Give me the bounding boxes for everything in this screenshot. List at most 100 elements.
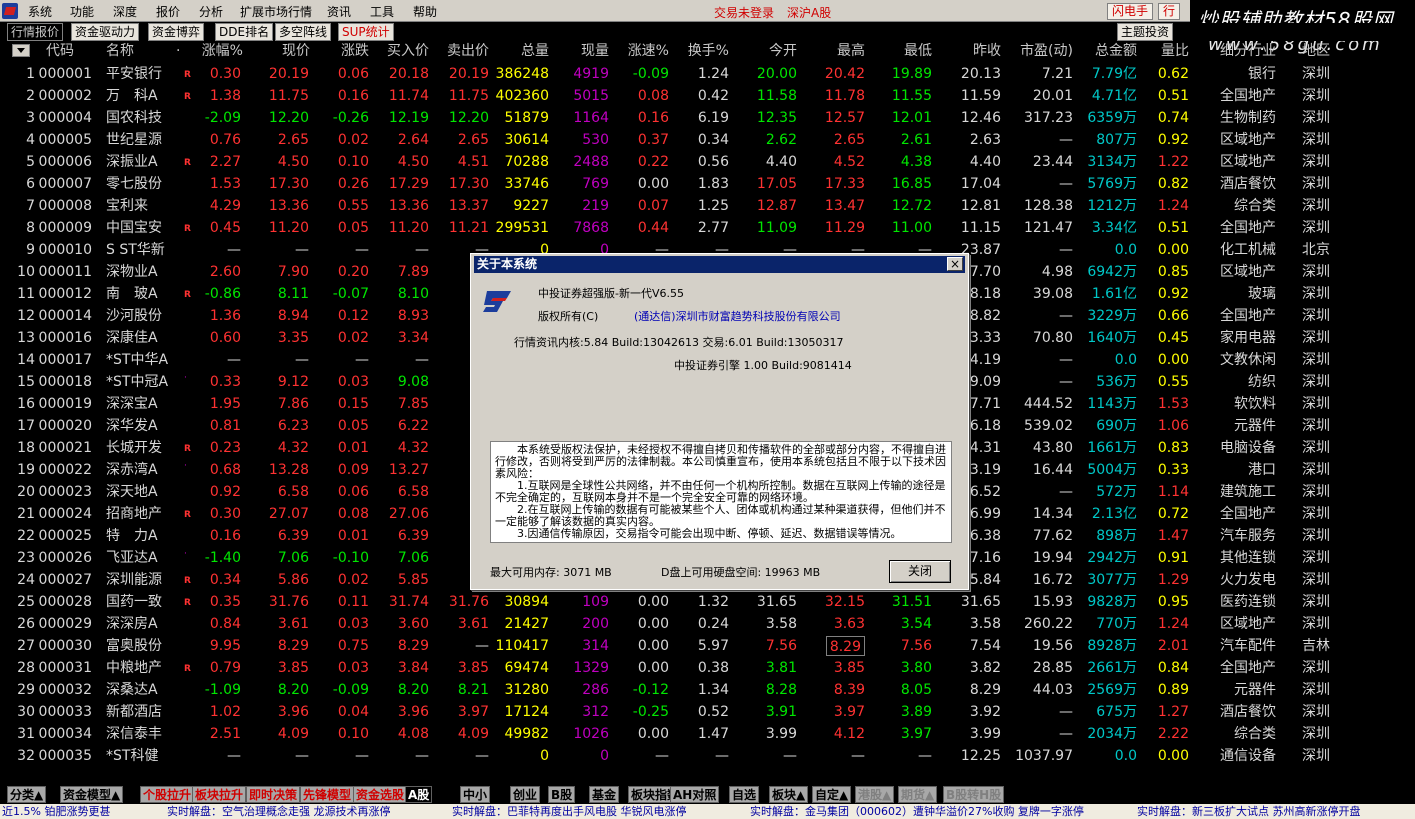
high: 3.63: [833, 616, 865, 632]
tab-capital-drive[interactable]: 资金驱动力: [71, 23, 140, 41]
col-price[interactable]: 现价: [282, 41, 310, 63]
close-button[interactable]: 关闭: [889, 560, 951, 583]
table-row[interactable]: 27 000030 富奥股份 9.95 8.29 0.75 8.29 — 110417 314 0.…: [0, 635, 1415, 657]
menu-news[interactable]: 资讯: [327, 3, 351, 20]
menu-quote[interactable]: 报价: [156, 3, 180, 20]
table-row[interactable]: 8 000009 中国宝安 R 0.45 11.20 0.05 11.20 11.21 29953…: [0, 217, 1415, 239]
tab-theme-investment[interactable]: 主题投资: [1117, 23, 1174, 41]
tab-quotes[interactable]: 行情报价: [7, 23, 64, 41]
bottom-tab-13[interactable]: AH对照: [670, 786, 720, 803]
col-low[interactable]: 最低: [904, 41, 932, 63]
col-turnover[interactable]: 换手%: [688, 41, 729, 63]
col-flag[interactable]: ·: [176, 41, 180, 63]
ticker-item[interactable]: 近1.5% 铂肥涨势更甚: [2, 804, 110, 819]
ticker-item[interactable]: 实时解盘：巴菲特再度出手风电股 华锐风电涨停: [452, 804, 687, 819]
amount: 3229万: [1087, 308, 1137, 324]
bottom-tab-18[interactable]: 期货▲: [898, 786, 938, 803]
menu-analysis[interactable]: 分析: [199, 3, 223, 20]
table-row[interactable]: 5 000006 深振业A R 2.27 4.50 0.10 4.50 4.51 70288 248…: [0, 151, 1415, 173]
flash-trade-button[interactable]: 闪电手: [1107, 3, 1154, 20]
table-row[interactable]: 29 000032 深桑达A -1.09 8.20 -0.09 8.20 8.21 31280 2…: [0, 679, 1415, 701]
dialog-close-icon[interactable]: ×: [947, 257, 963, 271]
ticker-item[interactable]: 实时解盘：金马集团（000602）遭钟华溢价27%收购 复牌一字涨停: [750, 804, 1084, 819]
col-region[interactable]: 地区: [1302, 41, 1330, 63]
stock-code: 000009: [38, 220, 92, 236]
region: 深圳: [1302, 594, 1330, 610]
trade-login-status[interactable]: 交易未登录: [714, 4, 774, 21]
bottom-tab-14[interactable]: 自选: [729, 786, 760, 803]
col-speed[interactable]: 涨速%: [628, 41, 669, 63]
low: 8.05: [900, 682, 932, 698]
menu-system[interactable]: 系统: [28, 3, 52, 20]
col-name[interactable]: 名称: [106, 41, 134, 63]
stock-name: 中粮地产: [106, 660, 162, 676]
col-amount[interactable]: 总金额: [1095, 41, 1137, 63]
change-pct: 0.60: [209, 330, 241, 346]
bottom-tab-19[interactable]: B股转H股: [943, 786, 1005, 803]
col-volume[interactable]: 总量: [521, 41, 549, 63]
company-link[interactable]: (通达信)深圳市财富趋势科技股份有限公司: [634, 308, 841, 324]
table-row[interactable]: 4 000005 世纪星源 0.76 2.65 0.02 2.64 2.65 30614 530 0…: [0, 129, 1415, 151]
change-pct: 0.79: [209, 660, 241, 676]
bottom-tab-10[interactable]: B股: [548, 786, 576, 803]
table-row[interactable]: 2 000002 万 科A R 1.38 11.75 0.16 11.74 11.75 40236…: [0, 85, 1415, 107]
col-change[interactable]: 涨跌: [341, 41, 369, 63]
open: 2.62: [765, 132, 797, 148]
bottom-tab-1[interactable]: 资金模型▲: [60, 786, 124, 803]
industry: 医药连锁: [1220, 594, 1276, 610]
quote-button[interactable]: 行: [1158, 3, 1181, 20]
col-industry[interactable]: 细分行业: [1220, 41, 1276, 63]
change-pct: 0.23: [209, 440, 241, 456]
speed: -0.09: [632, 66, 669, 82]
bottom-tab-15[interactable]: 板块▲: [769, 786, 809, 803]
table-row[interactable]: 28 000031 中粮地产 R 0.79 3.85 0.03 3.84 3.85 69474 13…: [0, 657, 1415, 679]
col-last-volume[interactable]: 现量: [581, 41, 609, 63]
ticker-item[interactable]: 实时解盘：新三板扩大试点 苏州高新涨停开盘: [1137, 804, 1361, 819]
bottom-tab-6[interactable]: 资金选股: [353, 786, 408, 803]
ticker-item[interactable]: 实时解盘：空气治理概念走强 龙源技术再涨停: [167, 804, 391, 819]
bottom-tab-8[interactable]: 中小: [460, 786, 491, 803]
col-code[interactable]: 代码: [46, 41, 74, 63]
col-ask[interactable]: 卖出价: [447, 41, 489, 63]
bottom-tab-0[interactable]: 分类▲: [7, 786, 47, 803]
low: 7.56: [900, 638, 932, 654]
col-volume-ratio[interactable]: 量比: [1161, 41, 1189, 63]
menu-help[interactable]: 帮助: [413, 3, 437, 20]
bottom-tab-7[interactable]: A股: [405, 786, 433, 803]
table-row[interactable]: 6 000007 零七股份 1.53 17.30 0.26 17.29 17.30 33746 7…: [0, 173, 1415, 195]
table-row[interactable]: 3 000004 国农科技 -2.09 12.20 -0.26 12.19 12.20 5187…: [0, 107, 1415, 129]
col-bid[interactable]: 买入价: [387, 41, 429, 63]
sort-dropdown-icon[interactable]: [12, 44, 30, 57]
tab-dde-rank[interactable]: DDE排名: [215, 23, 274, 41]
prev-close: 3.58: [969, 616, 1001, 632]
bottom-tab-9[interactable]: 创业: [510, 786, 541, 803]
bottom-tab-11[interactable]: 基金: [589, 786, 620, 803]
menu-function[interactable]: 功能: [70, 3, 94, 20]
col-open[interactable]: 今开: [769, 41, 797, 63]
tab-sup-stats[interactable]: SUP统计: [338, 23, 394, 41]
table-row[interactable]: 1 000001 平安银行 R 0.30 20.19 0.06 20.18 20.19 38624…: [0, 63, 1415, 85]
industry: 生物制药: [1220, 110, 1276, 126]
price: 4.50: [277, 154, 309, 170]
table-row[interactable]: 30 000033 新都酒店 1.02 3.96 0.04 3.96 3.97 17124 312…: [0, 701, 1415, 723]
tab-bull-bear[interactable]: 多空阵线: [275, 23, 332, 41]
col-pe[interactable]: 市盈(动): [1020, 41, 1073, 63]
table-row[interactable]: 32 000035 *ST科健 — — — — — 0 0 — — — — — 12.25 1037.97 0.0…: [0, 745, 1415, 767]
menu-tools[interactable]: 工具: [370, 3, 394, 20]
bottom-tab-3[interactable]: 板块拉升: [192, 786, 247, 803]
menu-depth[interactable]: 深度: [113, 3, 137, 20]
table-row[interactable]: 7 000008 宝利来 4.29 13.36 0.55 13.36 13.37 9227 219…: [0, 195, 1415, 217]
col-high[interactable]: 最高: [837, 41, 865, 63]
col-change-pct[interactable]: 涨幅%: [202, 41, 243, 63]
tab-capital-game[interactable]: 资金博弈: [148, 23, 205, 41]
menu-extended-market[interactable]: 扩展市场行情: [240, 3, 312, 20]
bottom-tab-2[interactable]: 个股拉升: [140, 786, 195, 803]
table-row[interactable]: 26 000029 深深房A 0.84 3.61 0.03 3.60 3.61 21427 200…: [0, 613, 1415, 635]
col-prev-close[interactable]: 昨收: [973, 41, 1001, 63]
bottom-tab-5[interactable]: 先锋模型: [300, 786, 355, 803]
bottom-tab-16[interactable]: 自定▲: [812, 786, 852, 803]
table-row[interactable]: 31 000034 深信泰丰 2.51 4.09 0.10 4.08 4.09 49982 102…: [0, 723, 1415, 745]
bottom-tab-4[interactable]: 即时决策: [246, 786, 301, 803]
table-row[interactable]: 25 000028 国药一致 R 0.35 31.76 0.11 31.74 31.76 3089…: [0, 591, 1415, 613]
bottom-tab-17[interactable]: 港股▲: [855, 786, 895, 803]
